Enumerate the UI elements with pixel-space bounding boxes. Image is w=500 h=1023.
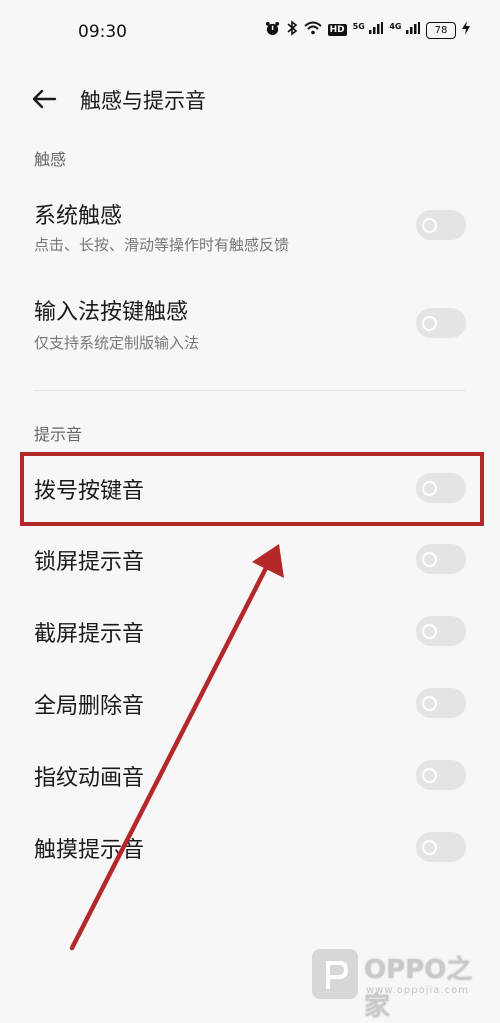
- setting-row-ime-haptics[interactable]: 输入法按键触感 仅支持系统定制版输入法: [0, 288, 500, 368]
- status-time: 09:30: [78, 22, 127, 42]
- section-title-sounds: 提示音: [34, 425, 83, 444]
- toggle-knob: [422, 768, 437, 783]
- setting-row-fingerprint-sound[interactable]: 指纹动画音: [0, 746, 500, 806]
- toggle-knob: [422, 316, 437, 331]
- toggle-switch[interactable]: [416, 308, 466, 338]
- hd-badge: HD: [327, 24, 347, 36]
- setting-row-delete-sound[interactable]: 全局删除音: [0, 674, 500, 734]
- toggle-knob: [422, 624, 437, 639]
- wifi-icon: [303, 21, 322, 39]
- toggle-knob: [422, 696, 437, 711]
- watermark-url: www.oppojia.com: [366, 985, 469, 996]
- toggle-switch[interactable]: [416, 616, 466, 646]
- signal-icon-1: 5G: [353, 22, 384, 38]
- signal-icon-2: 4G: [389, 22, 420, 38]
- toggle-switch[interactable]: [416, 544, 466, 574]
- page-title: 触感与提示音: [80, 89, 206, 113]
- status-icons: HD 5G 4G 78: [265, 20, 470, 40]
- setting-row-system-haptics[interactable]: 系统触感 点击、长按、滑动等操作时有触感反馈: [0, 190, 500, 270]
- setting-label: 锁屏提示音: [34, 550, 145, 575]
- toggle-switch[interactable]: [416, 210, 466, 240]
- setting-subtitle: 仅支持系统定制版输入法: [34, 334, 200, 352]
- setting-label: 指纹动画音: [34, 766, 145, 791]
- charging-icon: [462, 21, 470, 39]
- watermark: OPPO之家 www.oppojia.com: [312, 945, 482, 1022]
- section-title-haptics: 触感: [34, 150, 67, 169]
- section-divider: [34, 390, 466, 391]
- setting-row-lock-sound[interactable]: 锁屏提示音: [0, 530, 500, 590]
- battery-icon: 78: [426, 21, 456, 39]
- status-bar: 09:30 HD 5G 4G 78: [0, 0, 500, 64]
- toggle-switch[interactable]: [416, 760, 466, 790]
- setting-row-touch-sound[interactable]: 触摸提示音: [0, 818, 500, 878]
- back-button[interactable]: [30, 84, 60, 114]
- setting-subtitle: 点击、长按、滑动等操作时有触感反馈: [34, 236, 290, 254]
- toggle-knob: [422, 552, 437, 567]
- setting-label: 触摸提示音: [34, 838, 145, 863]
- watermark-logo-icon: [312, 949, 358, 999]
- alarm-icon: [265, 21, 280, 40]
- toggle-knob: [422, 218, 437, 233]
- setting-label: 输入法按键触感: [34, 300, 189, 325]
- toggle-knob: [422, 840, 437, 855]
- setting-row-screenshot-sound[interactable]: 截屏提示音: [0, 602, 500, 662]
- toggle-switch[interactable]: [416, 688, 466, 718]
- toggle-switch[interactable]: [416, 832, 466, 862]
- setting-label: 截屏提示音: [34, 622, 145, 647]
- bluetooth-icon: [286, 20, 298, 40]
- page-header: 触感与提示音: [0, 70, 500, 126]
- setting-label: 全局删除音: [34, 694, 145, 719]
- setting-label: 系统触感: [34, 204, 123, 229]
- back-arrow-icon: [32, 89, 57, 109]
- annotation-highlight-box: [20, 452, 484, 526]
